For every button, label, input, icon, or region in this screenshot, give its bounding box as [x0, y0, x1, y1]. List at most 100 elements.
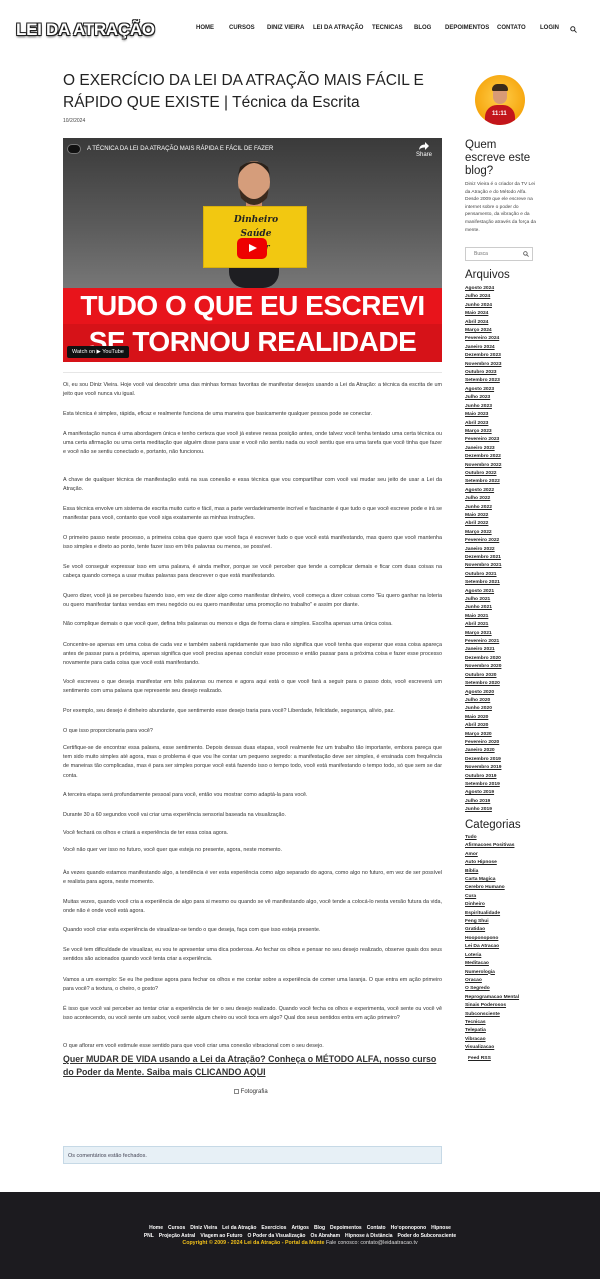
course-cta-link[interactable]: Quer MUDAR DE VIDA usando a Lei da Atraç…: [63, 1053, 442, 1079]
category-link[interactable]: Subconsciente: [465, 1011, 555, 1019]
archive-link[interactable]: Março 2023: [465, 428, 555, 436]
category-link[interactable]: Gratidao: [465, 926, 555, 934]
category-link[interactable]: Loteria: [465, 952, 555, 960]
archive-link[interactable]: Novembro 2022: [465, 462, 555, 470]
archive-link[interactable]: Julho 2022: [465, 495, 555, 503]
archive-link[interactable]: Dezembro 2023: [465, 352, 555, 360]
archive-link[interactable]: Setembro 2022: [465, 478, 555, 486]
category-link[interactable]: Meditacao: [465, 960, 555, 968]
archive-link[interactable]: Junho 2020: [465, 705, 555, 713]
archive-link[interactable]: Abril 2023: [465, 420, 555, 428]
archive-link[interactable]: Novembro 2021: [465, 562, 555, 570]
footer-link[interactable]: PNL: [144, 1233, 154, 1239]
category-link[interactable]: Dinheiro: [465, 901, 555, 909]
archive-link[interactable]: Agosto 2023: [465, 386, 555, 394]
category-link[interactable]: Vibracao: [465, 1036, 555, 1044]
watch-on-youtube[interactable]: Watch on ▶ YouTube: [67, 346, 129, 358]
archive-link[interactable]: Maio 2021: [465, 613, 555, 621]
archive-link[interactable]: Julho 2024: [465, 293, 555, 301]
nav-item[interactable]: DEPOIMENTOS: [445, 25, 489, 31]
archive-link[interactable]: Julho 2023: [465, 394, 555, 402]
archive-link[interactable]: Dezembro 2019: [465, 756, 555, 764]
archive-link[interactable]: Junho 2019: [465, 806, 555, 814]
archive-link[interactable]: Junho 2021: [465, 604, 555, 612]
archive-link[interactable]: Setembro 2023: [465, 377, 555, 385]
category-link[interactable]: Telepatia: [465, 1027, 555, 1035]
search-icon[interactable]: [570, 26, 577, 33]
archive-link[interactable]: Fevereiro 2023: [465, 436, 555, 444]
archive-link[interactable]: Setembro 2020: [465, 680, 555, 688]
archive-link[interactable]: Fevereiro 2024: [465, 335, 555, 343]
archive-link[interactable]: Outubro 2020: [465, 672, 555, 680]
archive-link[interactable]: Agosto 2019: [465, 789, 555, 797]
archive-link[interactable]: Outubro 2021: [465, 571, 555, 579]
footer-link[interactable]: Poder do Subconsciente: [398, 1233, 457, 1239]
archive-link[interactable]: Janeiro 2022: [465, 546, 555, 554]
archive-link[interactable]: Setembro 2021: [465, 579, 555, 587]
archive-link[interactable]: Novembro 2020: [465, 663, 555, 671]
nav-item[interactable]: LEI DA ATRAÇÃO: [313, 25, 363, 31]
archive-link[interactable]: Agosto 2022: [465, 487, 555, 495]
channel-avatar[interactable]: [67, 144, 81, 154]
archive-link[interactable]: Agosto 2024: [465, 285, 555, 293]
footer-link[interactable]: Os Abraham: [310, 1233, 340, 1239]
archive-link[interactable]: Abril 2024: [465, 319, 555, 327]
archive-link[interactable]: Junho 2023: [465, 403, 555, 411]
archive-link[interactable]: Março 2020: [465, 731, 555, 739]
archive-link[interactable]: Março 2021: [465, 630, 555, 638]
play-button[interactable]: [237, 238, 267, 259]
search-icon[interactable]: [523, 251, 529, 257]
archive-link[interactable]: Dezembro 2022: [465, 453, 555, 461]
archive-link[interactable]: Abril 2020: [465, 722, 555, 730]
site-logo[interactable]: LEI DA ATRAÇÃO: [16, 20, 155, 40]
archive-link[interactable]: Novembro 2023: [465, 361, 555, 369]
archive-link[interactable]: Março 2024: [465, 327, 555, 335]
category-link[interactable]: Feng Shui: [465, 918, 555, 926]
contact-text[interactable]: Fale conosco: contato@leidaatracao.tv: [326, 1240, 418, 1246]
archive-link[interactable]: Fevereiro 2022: [465, 537, 555, 545]
footer-link[interactable]: Viagem ao Futuro: [200, 1233, 242, 1239]
category-link[interactable]: Numerologia: [465, 969, 555, 977]
archive-link[interactable]: Janeiro 2021: [465, 646, 555, 654]
archive-link[interactable]: Maio 2022: [465, 512, 555, 520]
archive-link[interactable]: Novembro 2019: [465, 764, 555, 772]
archive-link[interactable]: Março 2022: [465, 529, 555, 537]
archive-link[interactable]: Outubro 2023: [465, 369, 555, 377]
archive-link[interactable]: Janeiro 2024: [465, 344, 555, 352]
category-link[interactable]: Cura: [465, 893, 555, 901]
archive-link[interactable]: Outubro 2022: [465, 470, 555, 478]
archive-link[interactable]: Janeiro 2023: [465, 445, 555, 453]
archive-link[interactable]: Fevereiro 2021: [465, 638, 555, 646]
category-link[interactable]: Sinais Poderosos: [465, 1002, 555, 1010]
archive-link[interactable]: Julho 2021: [465, 596, 555, 604]
archive-link[interactable]: Julho 2020: [465, 697, 555, 705]
nav-item[interactable]: BLOG: [414, 25, 431, 31]
archive-link[interactable]: Agosto 2020: [465, 689, 555, 697]
category-link[interactable]: Tecnicas: [465, 1019, 555, 1027]
archive-link[interactable]: Dezembro 2021: [465, 554, 555, 562]
rss-feed-link[interactable]: Feed RSS: [468, 1056, 491, 1061]
video-embed[interactable]: Dinheiro Saúde Amor TUDO O QUE EU ESCREV…: [63, 138, 442, 362]
nav-item[interactable]: DINIZ VIEIRA: [267, 25, 304, 31]
nav-item[interactable]: LOGIN: [540, 25, 559, 31]
category-link[interactable]: Cerebro Humano: [465, 884, 555, 892]
category-link[interactable]: Amor: [465, 851, 555, 859]
category-link[interactable]: Carta Magica: [465, 876, 555, 884]
archive-link[interactable]: Maio 2024: [465, 310, 555, 318]
search-input[interactable]: [466, 248, 522, 260]
category-link[interactable]: Espiritualidade: [465, 910, 555, 918]
category-link[interactable]: Reprogramacao Mental: [465, 994, 555, 1002]
nav-item[interactable]: CURSOS: [229, 25, 255, 31]
archive-link[interactable]: Janeiro 2020: [465, 747, 555, 755]
category-link[interactable]: Oracao: [465, 977, 555, 985]
archive-link[interactable]: Outubro 2019: [465, 773, 555, 781]
archive-link[interactable]: Setembro 2019: [465, 781, 555, 789]
archive-link[interactable]: Maio 2020: [465, 714, 555, 722]
category-link[interactable]: Afirmacoes Positivas: [465, 842, 555, 850]
footer-link[interactable]: Hipnose à Distância: [345, 1233, 393, 1239]
category-link[interactable]: Visualizacao: [465, 1044, 555, 1052]
archive-link[interactable]: Junho 2022: [465, 504, 555, 512]
category-link[interactable]: Hooponopono: [465, 935, 555, 943]
archive-link[interactable]: Dezembro 2020: [465, 655, 555, 663]
footer-link[interactable]: Projeção Astral: [159, 1233, 196, 1239]
